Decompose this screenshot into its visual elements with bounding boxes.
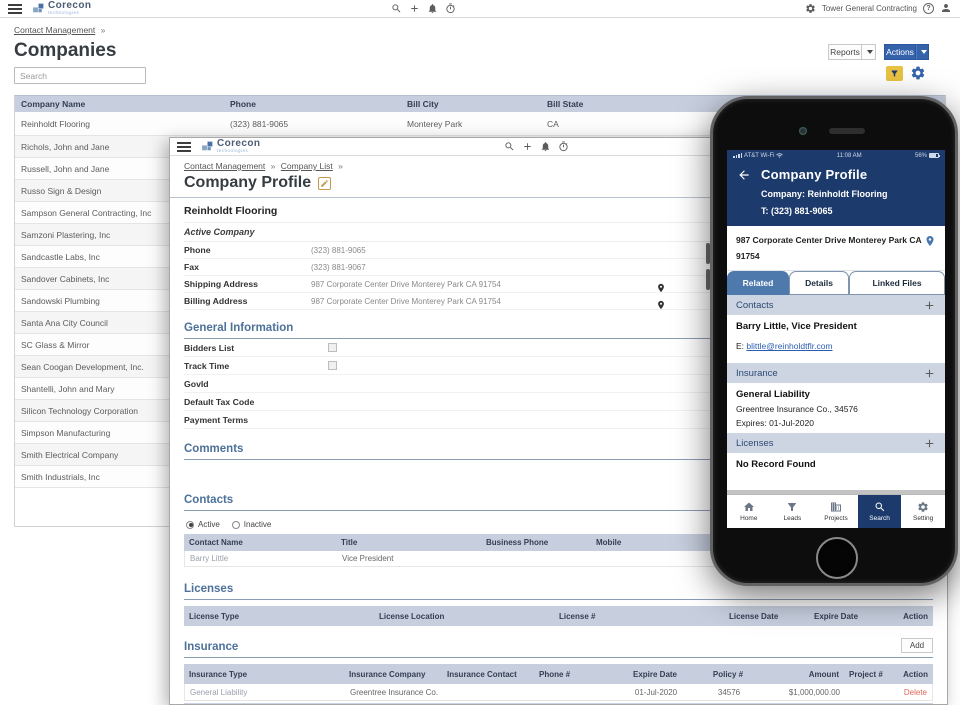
corecon-logo-mark [201,140,214,153]
nav-home[interactable]: Home [727,495,771,528]
active-radio[interactable] [186,521,194,529]
nav-setting[interactable]: Setting [901,495,945,528]
back-arrow-icon[interactable] [737,168,751,182]
phone-company-label: Company: Reinholdt Flooring [761,189,935,199]
front-camera [799,127,807,135]
page-title: Company Profile [184,174,311,192]
search-icon[interactable] [504,141,515,152]
phone-contacts-block: Barry Little, Vice President E: blittle@… [727,315,945,363]
hamburger-menu-icon[interactable] [177,142,191,152]
filter-button[interactable] [886,66,903,81]
phone-page-title: Company Profile [761,167,867,182]
user-icon[interactable] [940,2,952,14]
add-icon[interactable] [409,3,420,14]
tab-details[interactable]: Details [789,271,849,295]
search-icon [874,501,886,513]
corecon-logo[interactable]: Corecon technologies [32,1,91,16]
phone-insurance-block: General Liability Greentree Insurance Co… [727,383,945,433]
map-pin-icon[interactable] [656,300,666,310]
nav-projects[interactable]: Projects [814,495,858,528]
nav-search[interactable]: Search [858,495,902,528]
gear-icon[interactable] [805,3,816,14]
home-button[interactable] [816,537,858,579]
corecon-logo-mark [32,2,45,15]
gear-icon [917,501,929,513]
breadcrumb: Contact Management » [0,18,960,35]
phone-section-insurance: Insurance [727,363,945,383]
map-pin-icon[interactable] [924,235,936,247]
carrier-label: AT&T Wi-Fi [744,153,774,159]
phone-status-bar: AT&T Wi-Fi 11:08 AM 56% [727,150,945,161]
licenses-table-header: License Type License Location License # … [184,606,933,626]
add-insurance-icon[interactable] [923,367,936,380]
add-contact-icon[interactable] [923,299,936,312]
gear-icon [910,65,926,81]
phone-bottom-nav: Home Leads Projects Search Setting [727,494,945,528]
timer-icon[interactable] [558,141,569,152]
corecon-logo[interactable]: Corecon technologies [201,139,260,154]
delete-link[interactable]: Delete [895,688,932,697]
caret-down-icon [921,50,927,54]
phone-section-contacts: Contacts [727,295,945,315]
phone-tel-label[interactable]: T: (323) 881-9065 [761,206,935,216]
building-icon [830,501,842,513]
bidders-list-checkbox[interactable] [328,343,337,352]
corecon-logo-text: Corecon technologies [217,139,260,154]
table-row[interactable]: General Liability Greentree Insurance Co… [184,684,933,701]
clock-label: 11:08 AM [837,153,862,159]
tab-related[interactable]: Related [727,271,789,295]
reports-button[interactable]: Reports [828,44,862,60]
battery-icon [929,153,939,158]
add-insurance-button[interactable]: Add [901,638,933,653]
account-name[interactable]: Tower General Contracting [822,4,917,13]
help-icon[interactable]: ? [923,3,934,14]
signal-icon [733,153,742,158]
actions-dropdown-button[interactable] [916,44,929,60]
hamburger-menu-icon[interactable] [8,4,22,14]
breadcrumb-contact-management[interactable]: Contact Management [184,161,265,171]
caret-down-icon [867,50,873,54]
reports-dropdown-button[interactable] [862,44,876,60]
phone-address: 987 Corporate Center Drive Monterey Park… [727,226,945,271]
funnel-icon [890,69,899,78]
contact-email-link[interactable]: blittle@reinholdtflr.com [746,341,832,351]
app-topbar: Corecon technologies Tower General Contr… [0,0,960,18]
page-title: Companies [0,35,960,62]
actions-button[interactable]: Actions [884,44,916,60]
breadcrumb-contact-management[interactable]: Contact Management [14,25,95,35]
funnel-icon [786,501,798,513]
corecon-logo-text: Corecon technologies [48,1,91,16]
breadcrumb-company-list[interactable]: Company List [281,161,333,171]
home-icon [743,501,755,513]
phone-tabs: Related Details Linked Files [727,271,945,295]
grid-settings-button[interactable] [910,64,926,82]
wifi-icon [776,152,783,159]
notifications-icon[interactable] [540,141,551,152]
nav-leads[interactable]: Leads [771,495,815,528]
map-pin-icon[interactable] [656,283,666,293]
phone-screen: AT&T Wi-Fi 11:08 AM 56% Company Profile … [727,150,945,528]
section-insurance: Insurance [184,641,238,653]
earpiece-speaker [829,128,865,134]
timer-icon[interactable] [445,3,456,14]
insurance-table-header: Insurance Type Insurance Company Insuran… [184,664,933,684]
add-icon[interactable] [522,141,533,152]
battery-percent: 56% [915,153,927,159]
phone-section-licenses: Licenses [727,433,945,453]
phone-mockup: AT&T Wi-Fi 11:08 AM 56% Company Profile … [710,96,958,586]
phone-licenses-block: No Record Found [727,453,945,477]
search-icon[interactable] [391,3,402,14]
search-input[interactable] [14,67,146,84]
phone-header: Company Profile Company: Reinholdt Floor… [727,161,945,226]
tab-linked-files[interactable]: Linked Files [849,271,945,295]
contact-name[interactable]: Barry Little, Vice President [736,321,936,332]
inactive-radio[interactable] [232,521,240,529]
add-license-icon[interactable] [923,437,936,450]
notifications-icon[interactable] [427,3,438,14]
pencil-icon [320,179,329,188]
edit-button[interactable] [318,177,331,190]
track-time-checkbox[interactable] [328,361,337,370]
